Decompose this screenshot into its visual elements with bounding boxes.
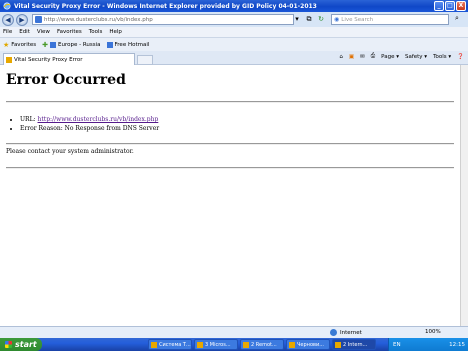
windows-logo-icon (5, 341, 12, 348)
back-arrow-icon: ◀ (5, 15, 11, 24)
page-icon (35, 16, 42, 23)
security-zone: Internet (330, 329, 362, 336)
menu-help[interactable]: Help (109, 29, 122, 35)
app-icon (197, 341, 203, 348)
taskbar-item-active[interactable]: 2 Intern... (332, 339, 376, 350)
internet-explorer-icon (3, 2, 11, 10)
maximize-button[interactable]: □ (445, 1, 455, 11)
hotmail-icon (106, 41, 113, 48)
contact-message: Please contact your system administrator… (6, 148, 134, 155)
menu-file[interactable]: File (3, 29, 12, 35)
url-label: URL: (20, 116, 36, 123)
favorite-label: Free Hotmail (114, 41, 150, 48)
taskbar-item-label: 2 Intern... (343, 341, 368, 348)
forward-button[interactable]: ▶ (16, 13, 28, 26)
tab-bar: Vital Security Proxy Error ⌂ ▣ ✉ ⎙ Page … (0, 51, 468, 65)
address-bar: ◀ ▶ http://www.dusterclubs.ru/vb/index.p… (0, 12, 468, 27)
favorites-button[interactable]: Favorites (11, 42, 36, 48)
tab-page-icon (6, 56, 12, 63)
taskbar-item-label: Система Т... (159, 341, 191, 348)
window-controls: _ □ X (434, 1, 466, 11)
taskbar-item[interactable]: Система Т... (148, 339, 192, 350)
tab-proxy-error[interactable]: Vital Security Proxy Error (3, 53, 135, 65)
favorite-free-hotmail[interactable]: Free Hotmail (106, 41, 150, 48)
divider (6, 167, 454, 169)
page-menu[interactable]: Page ▾ (381, 54, 399, 60)
page-heading: Error Occurred (6, 72, 126, 88)
favorites-bar: ★ Favorites ✚ Europe - Russia Free Hotma… (0, 37, 468, 51)
status-bar: Internet 100% (0, 326, 468, 338)
internet-explorer-icon (335, 341, 341, 348)
taskbar-item[interactable]: 3 Micros... (194, 339, 238, 350)
menu-edit[interactable]: Edit (19, 29, 30, 35)
error-url-link[interactable]: http://www.dusterclubs.ru/vb/index.php (38, 116, 159, 123)
back-button[interactable]: ◀ (2, 13, 14, 26)
clock: 12:15 (449, 341, 465, 348)
title-bar: Vital Security Proxy Error - Windows Int… (0, 0, 468, 12)
forward-arrow-icon: ▶ (19, 15, 25, 24)
taskbar: start Система Т... 3 Micros... 2 Remot..… (0, 338, 468, 351)
menu-favorites[interactable]: Favorites (57, 29, 82, 35)
help-icon[interactable]: ❓ (457, 54, 464, 60)
menu-view[interactable]: View (37, 29, 50, 35)
system-tray: EN 12:15 (388, 338, 468, 351)
page-content: Error Occurred URL: http://www.dusterclu… (0, 65, 460, 326)
globe-icon (330, 329, 337, 336)
menu-bar: File Edit View Favorites Tools Help (0, 27, 468, 37)
web-slice-icon (50, 41, 57, 48)
minimize-button[interactable]: _ (434, 1, 444, 11)
start-label: start (15, 340, 37, 349)
favorites-star-icon[interactable]: ★ (3, 41, 9, 49)
window-title: Vital Security Proxy Error - Windows Int… (14, 2, 317, 10)
new-tab-button[interactable] (137, 55, 153, 65)
search-placeholder: Live Search (341, 16, 374, 23)
print-icon[interactable]: ⎙ (371, 53, 375, 60)
search-icon[interactable]: ⌕ (451, 14, 463, 25)
error-reason-item: Error Reason: No Response from DNS Serve… (20, 125, 159, 132)
vertical-scrollbar[interactable] (460, 65, 468, 326)
start-button[interactable]: start (0, 338, 42, 351)
refresh-icon[interactable]: ↻ (316, 14, 326, 24)
language-indicator[interactable]: EN (393, 342, 401, 348)
close-button[interactable]: X (456, 1, 466, 11)
taskbar-item-label: 2 Remot... (251, 341, 277, 348)
add-favorite-icon[interactable]: ✚ (42, 41, 48, 49)
mail-icon[interactable]: ✉ (360, 54, 365, 60)
tab-title: Vital Security Proxy Error (14, 56, 83, 63)
app-icon (243, 341, 249, 348)
tools-menu[interactable]: Tools ▾ (433, 54, 451, 60)
live-search-icon: ◉ (334, 16, 340, 23)
app-icon (289, 341, 295, 348)
home-icon[interactable]: ⌂ (339, 54, 343, 60)
divider (6, 143, 454, 145)
favorite-europe-russia[interactable]: Europe - Russia (50, 41, 101, 48)
taskbar-item-label: 3 Micros... (205, 341, 231, 348)
error-details-list: URL: http://www.dusterclubs.ru/vb/index.… (17, 116, 159, 134)
address-url: http://www.dusterclubs.ru/vb/index.php (44, 16, 153, 23)
dropdown-arrow-icon[interactable]: ▾ (292, 14, 302, 24)
app-icon (151, 341, 157, 348)
divider (6, 101, 454, 103)
command-bar: ⌂ ▣ ✉ ⎙ Page ▾ Safety ▾ Tools ▾ ❓ (333, 53, 464, 60)
search-input[interactable]: ◉ Live Search (331, 14, 449, 25)
taskbar-item-label: Чернови... (297, 341, 324, 348)
safety-menu[interactable]: Safety ▾ (405, 54, 427, 60)
menu-tools[interactable]: Tools (89, 29, 103, 35)
feeds-icon[interactable]: ▣ (349, 54, 354, 60)
taskbar-item[interactable]: 2 Remot... (240, 339, 284, 350)
zone-label: Internet (340, 329, 362, 336)
favorite-label: Europe - Russia (58, 41, 101, 48)
error-url-item: URL: http://www.dusterclubs.ru/vb/index.… (20, 116, 159, 123)
compatibility-view-icon[interactable]: ⧉ (304, 14, 314, 24)
zoom-level[interactable]: 100% (425, 329, 441, 335)
address-input[interactable]: http://www.dusterclubs.ru/vb/index.php (32, 14, 294, 25)
taskbar-item[interactable]: Чернови... (286, 339, 330, 350)
